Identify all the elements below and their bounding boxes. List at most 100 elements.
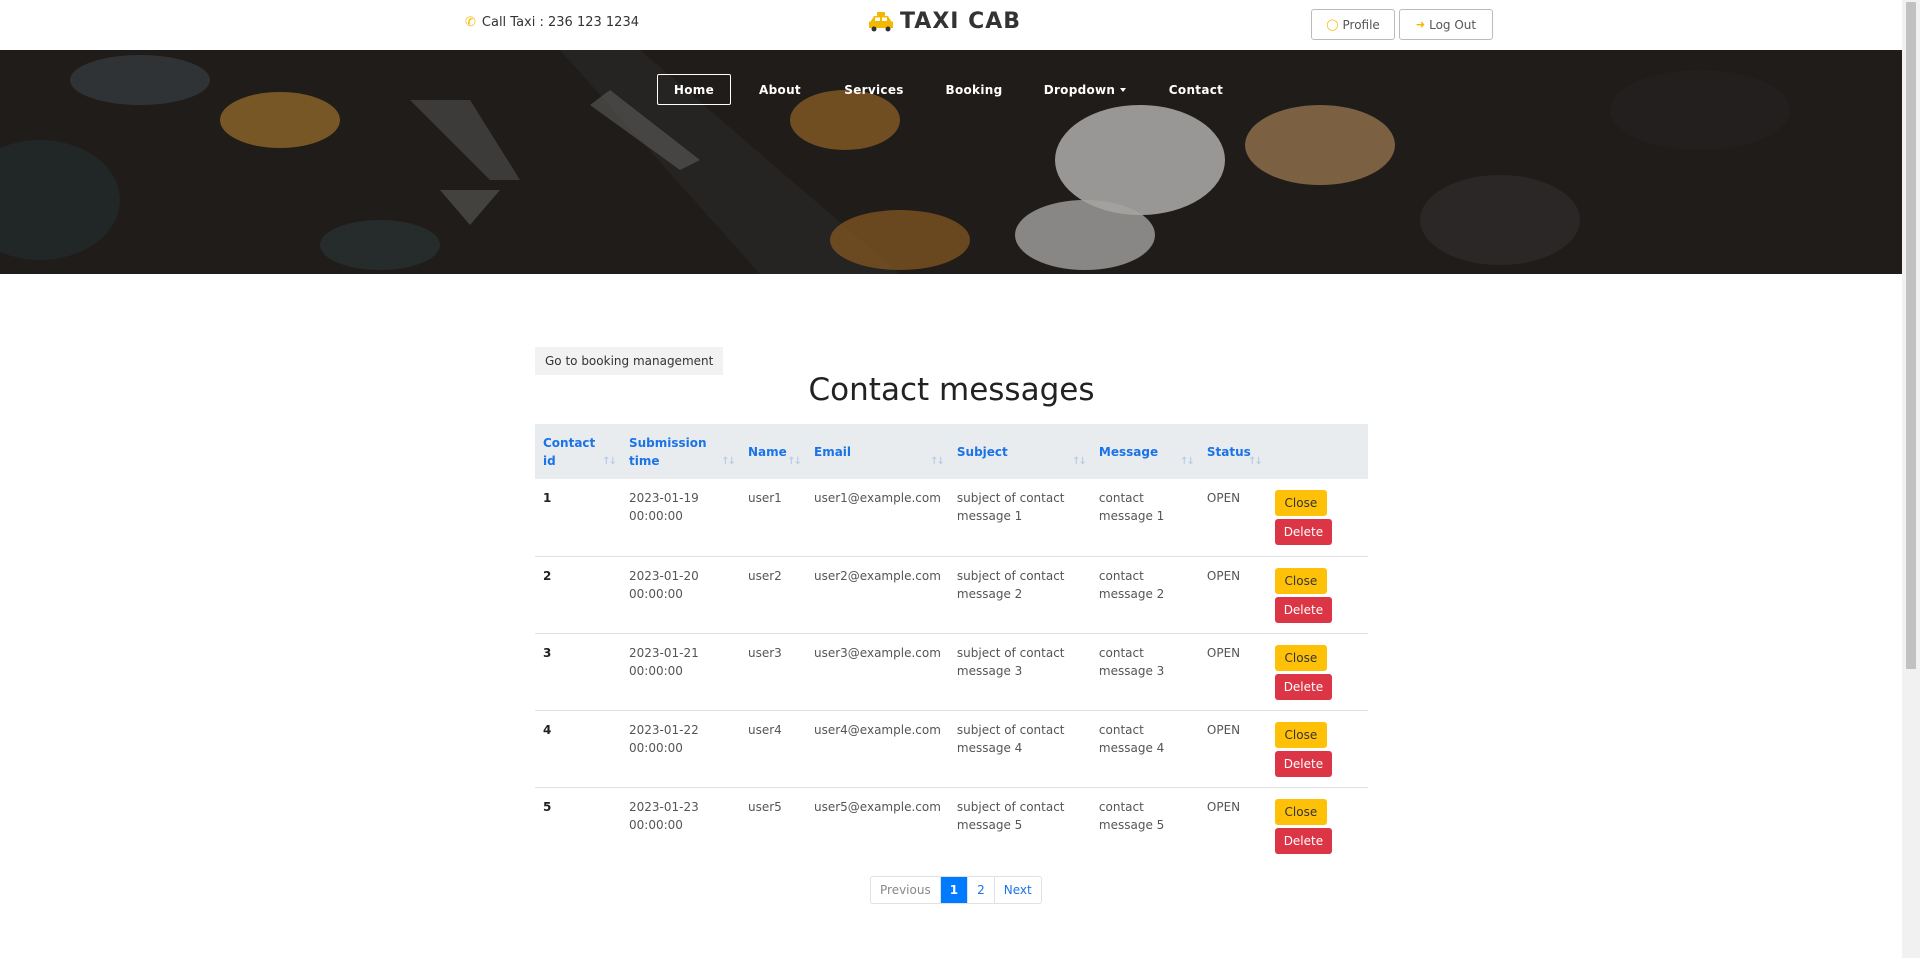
cell-submission-time: 2023-01-19 00:00:00 — [629, 491, 699, 523]
cell-submission-time: 2023-01-22 00:00:00 — [629, 722, 699, 755]
pagination-previous[interactable]: Previous — [871, 877, 941, 903]
cell-submission-time: 2023-01-20 00:00:00 — [629, 568, 699, 601]
sort-icon: ↑↓ — [930, 456, 945, 467]
nav-about-label: About — [759, 82, 801, 97]
cell-message: contact message 3 — [1098, 645, 1165, 678]
cell-contact-id: 1 — [543, 491, 552, 505]
column-header-subject[interactable]: Subject ↑↓ — [949, 424, 1091, 479]
cell-submission-time: 2023-01-21 00:00:00 — [629, 645, 699, 678]
logout-button[interactable]: ➜ Log Out — [1399, 9, 1493, 40]
brand-logo[interactable]: TAXI CAB — [868, 9, 1021, 34]
header-label: Status — [1206, 444, 1251, 459]
sort-icon: ↑↓ — [721, 456, 736, 467]
column-header-status[interactable]: Status ↑↓ — [1199, 424, 1267, 479]
user-circle-icon: ◯ — [1326, 18, 1339, 31]
sign-out-icon: ➜ — [1415, 18, 1426, 31]
table-row: 4 2023-01-22 00:00:00 user4 user4@exampl… — [535, 710, 1368, 787]
cell-contact-id: 4 — [543, 722, 552, 737]
cell-email: user5@example.com — [814, 799, 941, 814]
header-label: Submission time — [629, 435, 707, 468]
nav-booking-label: Booking — [945, 82, 1003, 97]
delete-button[interactable]: Delete — [1274, 519, 1332, 545]
column-header-email[interactable]: Email ↑↓ — [806, 424, 949, 479]
delete-button[interactable]: Delete — [1274, 596, 1332, 623]
page-title: Contact messages — [808, 372, 1095, 408]
delete-button[interactable]: Delete — [1274, 673, 1332, 700]
cell-email: user2@example.com — [814, 568, 941, 583]
contact-messages-table: Contact id ↑↓ Submission time ↑↓ Name ↑↓ Em… — [535, 424, 1368, 864]
call-taxi-text: Call Taxi : 236 123 1234 — [481, 15, 639, 30]
cell-subject: subject of contact message 3 — [956, 645, 1065, 678]
cell-email: user1@example.com — [814, 491, 941, 505]
cell-name: user2 — [748, 568, 782, 583]
delete-button[interactable]: Delete — [1274, 827, 1332, 854]
cell-contact-id: 2 — [543, 568, 552, 583]
column-header-name[interactable]: Name ↑↓ — [740, 424, 806, 479]
page-scrollbar[interactable] — [1902, 0, 1920, 958]
cell-status: OPEN — [1206, 645, 1241, 660]
nav-services-label: Services — [844, 82, 904, 97]
logout-label: Log Out — [1429, 17, 1477, 32]
scrollbar-thumb[interactable] — [1906, 2, 1916, 669]
column-header-contact-id[interactable]: Contact id ↑↓ — [535, 424, 621, 479]
pagination-page-2[interactable]: 2 — [968, 877, 995, 903]
header-label: Name — [748, 444, 787, 459]
cell-actions: Close Delete — [1267, 479, 1368, 556]
top-bar: ✆ Call Taxi : 236 123 1234 TAXI CAB ◯ Pr… — [0, 0, 1902, 50]
cell-actions: Close Delete — [1267, 556, 1368, 633]
column-header-submission-time[interactable]: Submission time ↑↓ — [621, 424, 740, 479]
nav-item-contact[interactable]: Contact — [1160, 74, 1232, 105]
column-header-message[interactable]: Message ↑↓ — [1091, 424, 1199, 479]
header-label: Contact id — [543, 435, 596, 468]
hero-banner: Home About Services Booking Dropdown Con… — [0, 50, 1902, 274]
nav-item-services[interactable]: Services — [838, 74, 910, 105]
nav-contact-label: Contact — [1168, 82, 1224, 97]
brand-name: TAXI CAB — [900, 9, 1022, 34]
pagination-page-1[interactable]: 1 — [940, 877, 969, 903]
cell-name: user3 — [748, 645, 782, 660]
nav-dropdown-label: Dropdown — [1043, 82, 1116, 97]
go-to-booking-management-button[interactable]: Go to booking management — [535, 347, 724, 375]
cell-email: user4@example.com — [814, 722, 941, 737]
phone-icon: ✆ — [465, 15, 476, 30]
header-label: Email — [814, 444, 852, 459]
column-header-actions — [1267, 424, 1368, 479]
nav-home-label: Home — [673, 82, 715, 97]
cell-actions: Close Delete — [1267, 633, 1368, 710]
table-row: 1 2023-01-19 00:00:00 user1 user1@exampl… — [535, 479, 1368, 556]
nav-item-dropdown[interactable]: Dropdown — [1040, 74, 1130, 105]
profile-button[interactable]: ◯ Profile — [1311, 9, 1395, 40]
close-button[interactable]: Close — [1274, 490, 1327, 516]
cell-contact-id: 5 — [543, 799, 552, 814]
sort-icon: ↑↓ — [1072, 456, 1087, 467]
nav-item-home[interactable]: Home — [657, 74, 731, 105]
cell-email: user3@example.com — [814, 645, 941, 660]
cell-status: OPEN — [1206, 799, 1241, 814]
close-button[interactable]: Close — [1274, 644, 1327, 671]
table-row: 2 2023-01-20 00:00:00 user2 user2@exampl… — [535, 556, 1368, 633]
close-button[interactable]: Close — [1274, 567, 1327, 594]
taxi-icon — [869, 11, 893, 31]
pagination: Previous 1 2 Next — [870, 876, 1042, 904]
cell-subject: subject of contact message 4 — [956, 722, 1065, 755]
cell-submission-time: 2023-01-23 00:00:00 — [629, 799, 699, 832]
nav-item-about[interactable]: About — [748, 74, 812, 105]
sort-icon: ↑↓ — [602, 456, 617, 467]
cell-subject: subject of contact message 1 — [956, 491, 1065, 523]
cell-subject: subject of contact message 2 — [956, 568, 1065, 601]
cell-status: OPEN — [1206, 722, 1241, 737]
delete-button[interactable]: Delete — [1274, 750, 1332, 777]
header-label: Subject — [956, 444, 1008, 459]
close-button[interactable]: Close — [1274, 721, 1327, 748]
cell-name: user1 — [748, 491, 782, 505]
main-navigation: Home About Services Booking Dropdown Con… — [0, 74, 1902, 106]
cell-name: user5 — [748, 799, 782, 814]
close-button[interactable]: Close — [1274, 798, 1327, 825]
cell-message: contact message 1 — [1098, 491, 1165, 523]
cell-name: user4 — [748, 722, 782, 737]
cell-message: contact message 5 — [1098, 799, 1165, 832]
header-label: Message — [1098, 444, 1159, 459]
nav-item-booking[interactable]: Booking — [940, 74, 1008, 105]
pagination-next[interactable]: Next — [995, 877, 1041, 903]
cell-actions: Close Delete — [1267, 787, 1368, 864]
